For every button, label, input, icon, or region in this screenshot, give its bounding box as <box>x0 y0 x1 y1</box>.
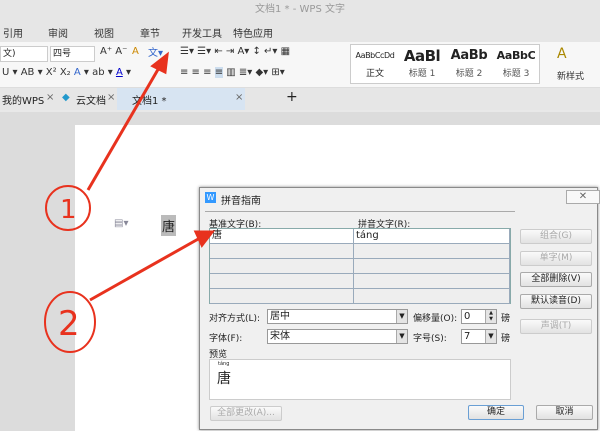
arrow-2 <box>89 236 201 302</box>
arrow-head-icon <box>150 51 169 75</box>
annotation-layer: 1 2 <box>44 51 216 353</box>
arrow-head-icon <box>193 230 216 248</box>
annotation-1: 1 <box>60 195 77 225</box>
arrow-1 <box>86 65 162 191</box>
annotation-2: 2 <box>58 304 80 344</box>
